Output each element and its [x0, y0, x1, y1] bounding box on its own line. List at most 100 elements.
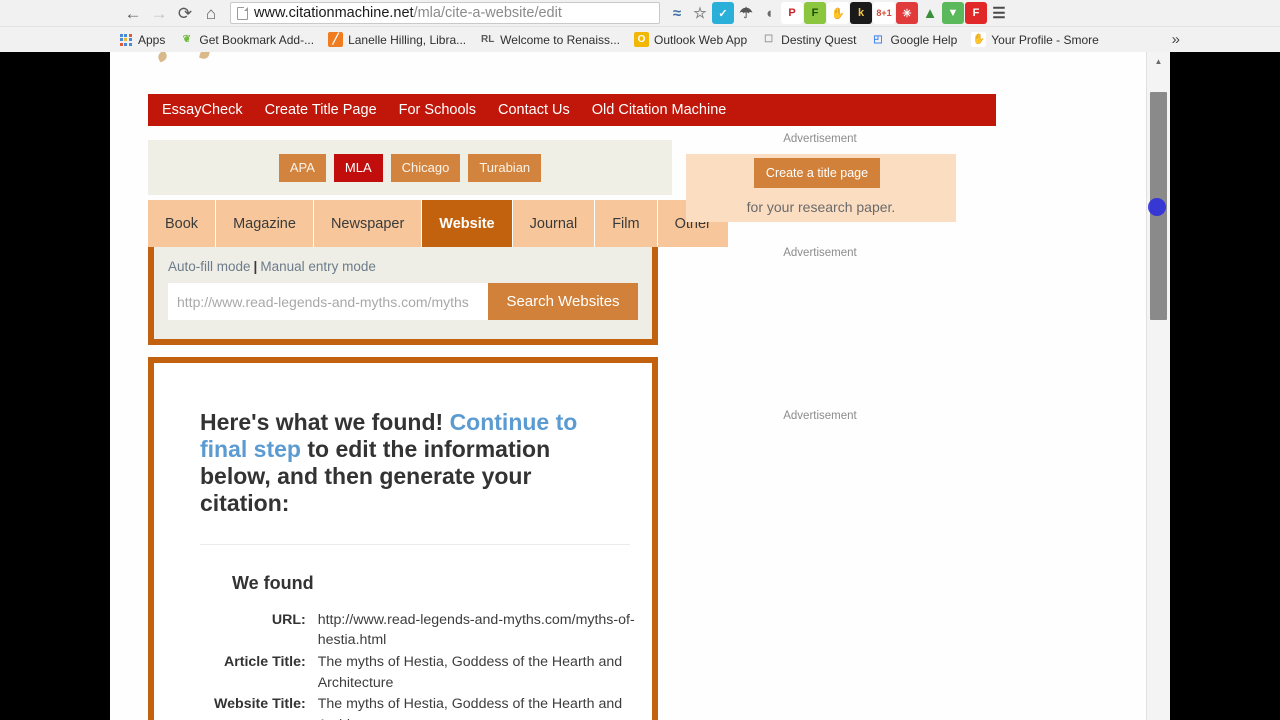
bookmark-label: Apps — [138, 32, 166, 47]
home-icon[interactable]: ⌂ — [198, 1, 224, 25]
tab-newspaper[interactable]: Newspaper — [313, 200, 423, 247]
entry-mode-links: Auto-fill mode | Manual entry mode — [154, 247, 652, 274]
found-field-row: Website Title: The myths of Hestia, Godde… — [214, 694, 638, 720]
nav-link-create-title-page[interactable]: Create Title Page — [265, 102, 377, 118]
ad-label-middle: Advertisement — [783, 247, 857, 259]
flipboard-icon[interactable]: F — [965, 2, 987, 24]
bookmark-label: Destiny Quest — [781, 32, 857, 47]
found-field-label: URL: — [271, 611, 306, 628]
back-arrow-icon[interactable]: ← — [120, 1, 146, 25]
scroll-up-arrow-icon[interactable]: ▲ — [1147, 52, 1170, 70]
search-row: Search Websites — [168, 283, 638, 320]
bookmarks-overflow-button[interactable]: » — [1172, 31, 1180, 48]
found-fields-table: URL: http://www.read-legends-and-myths.co… — [214, 610, 638, 720]
bookmark-destiny-quest[interactable]: ☐ Destiny Quest — [761, 32, 856, 47]
found-field-value: http://www.read-legends-and-myths.com/my… — [317, 611, 635, 649]
bookmark-label: Your Profile - Smore — [991, 32, 1099, 47]
found-field-row: Article Title: The myths of Hestia, Godde… — [214, 652, 638, 694]
bookmarks-bar: Apps ❦ Get Bookmark Add-... ╱ Lanelle Hillin… — [0, 26, 1280, 52]
page-scrollbar[interactable]: ▲ — [1146, 52, 1170, 720]
mode-separator: | — [253, 259, 258, 274]
style-button-mla[interactable]: MLA — [333, 153, 383, 182]
outlook-icon: O — [633, 32, 649, 47]
tab-website[interactable]: Website — [422, 200, 513, 247]
bookmark-get-bookmark-add[interactable]: ❦ Get Bookmark Add-... — [179, 32, 314, 47]
bookmark-label: Google Help — [890, 32, 958, 47]
bookmark-lanelle-hilling-libra[interactable]: ╱ Lanelle Hilling, Libra... — [328, 32, 466, 47]
search-input[interactable] — [168, 283, 488, 320]
bookmark-apps[interactable]: Apps — [118, 32, 165, 47]
style-button-turabian[interactable]: Turabian — [468, 153, 542, 182]
asterisk-extension-icon[interactable]: ✳ — [896, 2, 918, 24]
reload-icon[interactable]: ⟳ — [172, 1, 198, 25]
auto-fill-mode-link[interactable]: Auto-fill mode — [168, 259, 251, 274]
nav-link-old-citation-machine[interactable]: Old Citation Machine — [592, 102, 727, 118]
bookmark-star-icon[interactable]: ☆ — [689, 2, 711, 24]
adblock-icon[interactable]: ✋ — [827, 2, 849, 24]
bookmark-google-help[interactable]: ◰ Google Help — [871, 32, 958, 47]
extension-tray: ≈ ☆ ✓ ☂ ◖ P F ✋ k 8+1 ✳ ▲ ▼ F ☰ — [666, 2, 1010, 24]
we-found-title: We found — [232, 572, 314, 593]
found-field-label: Website Title: — [214, 696, 306, 713]
smore-icon: ✋ — [971, 32, 987, 47]
chrome-menu-icon[interactable]: ☰ — [988, 2, 1010, 24]
tab-film[interactable]: Film — [595, 200, 658, 247]
address-bar-url: www.citationmachine.net/mla/cite-a-websi… — [254, 5, 562, 21]
page-viewport: EssayCheck Create Title Page For Schools Co… — [110, 52, 1170, 720]
bookmark-outlook-web-app[interactable]: O Outlook Web App — [633, 32, 748, 47]
site-top-nav: EssayCheck Create Title Page For Schools Co… — [148, 94, 996, 126]
bookmark-welcome-to-renaiss[interactable]: RL Welcome to Renaiss... — [480, 32, 620, 47]
found-field-label: Article Title: — [223, 653, 306, 670]
readability-icon[interactable]: ≈ — [666, 2, 688, 24]
f-extension-icon[interactable]: F — [804, 2, 826, 24]
page-document-icon: ☐ — [764, 34, 774, 45]
bookmark-your-profile-smore[interactable]: ✋ Your Profile - Smore — [971, 32, 1099, 47]
address-bar[interactable]: www.citationmachine.net/mla/cite-a-websi… — [230, 2, 660, 24]
found-field-row: URL: http://www.read-legends-and-myths.co… — [214, 610, 638, 652]
pocket-icon[interactable]: ▼ — [942, 2, 964, 24]
ad-label-top: Advertisement — [783, 133, 857, 145]
ad-label-bottom: Advertisement — [783, 410, 857, 422]
nav-link-contact-us[interactable]: Contact Us — [498, 102, 570, 118]
evernote-icon[interactable]: ◖ — [758, 2, 780, 24]
kindle-icon[interactable]: k — [850, 2, 872, 24]
url-domain: www.citationmachine.net — [254, 5, 414, 21]
results-panel: Here's what we found! Continue to final … — [148, 357, 658, 720]
lamp-extension-icon[interactable]: ☂ — [735, 2, 757, 24]
browser-toolbar: ← → ⟳ ⌂ www.citationmachine.net/mla/cite… — [0, 0, 1280, 26]
checkmark-extension-icon[interactable]: ✓ — [712, 2, 734, 24]
bookmark-label: Lanelle Hilling, Libra... — [348, 32, 467, 47]
puzzle-piece-icon: ❦ — [182, 34, 192, 45]
ad-copy-text: for your research paper. — [746, 198, 896, 215]
nav-link-for-schools[interactable]: For Schools — [399, 102, 476, 118]
create-title-page-button[interactable]: Create a title page — [753, 158, 881, 189]
bookmark-label: Get Bookmark Add-... — [199, 32, 315, 47]
orange-swoosh-icon: ╱ — [328, 32, 344, 47]
manual-entry-mode-link[interactable]: Manual entry mode — [260, 259, 376, 274]
google-drive-icon[interactable]: ▲ — [919, 2, 941, 24]
pinterest-icon[interactable]: P — [781, 2, 803, 24]
apps-grid-icon — [118, 32, 133, 47]
url-path: /mla/cite-a-website/edit — [413, 5, 562, 21]
browser-chrome: ← → ⟳ ⌂ www.citationmachine.net/mla/cite… — [0, 0, 1280, 52]
title-page-ad[interactable]: Create a title page for your research pa… — [686, 154, 956, 222]
bookmark-label: Outlook Web App — [653, 32, 748, 47]
found-field-value: The myths of Hestia, Goddess of the Hear… — [317, 696, 623, 720]
results-heading-part1: Here's what we found! — [200, 409, 450, 435]
forward-arrow-icon[interactable]: → — [146, 1, 172, 25]
tab-magazine[interactable]: Magazine — [216, 200, 314, 247]
style-button-chicago[interactable]: Chicago — [390, 153, 461, 182]
search-panel: Auto-fill mode|Manual entry mode Search … — [148, 247, 658, 345]
page-document-icon — [237, 6, 248, 20]
site-logo-partial — [156, 52, 278, 68]
cursor-indicator — [1148, 198, 1166, 216]
citation-style-selector: APA MLA Chicago Turabian — [148, 140, 672, 195]
nav-link-essaycheck[interactable]: EssayCheck — [162, 102, 243, 118]
screen-root: ← → ⟳ ⌂ www.citationmachine.net/mla/cite… — [0, 0, 1280, 720]
tab-book[interactable]: Book — [148, 200, 217, 247]
style-button-apa[interactable]: APA — [278, 153, 326, 182]
google-plus-icon[interactable]: 8+1 — [873, 2, 895, 24]
tab-journal[interactable]: Journal — [512, 200, 596, 247]
search-websites-button[interactable]: Search Websites — [488, 283, 638, 320]
rl-text-icon: RL — [480, 34, 495, 45]
